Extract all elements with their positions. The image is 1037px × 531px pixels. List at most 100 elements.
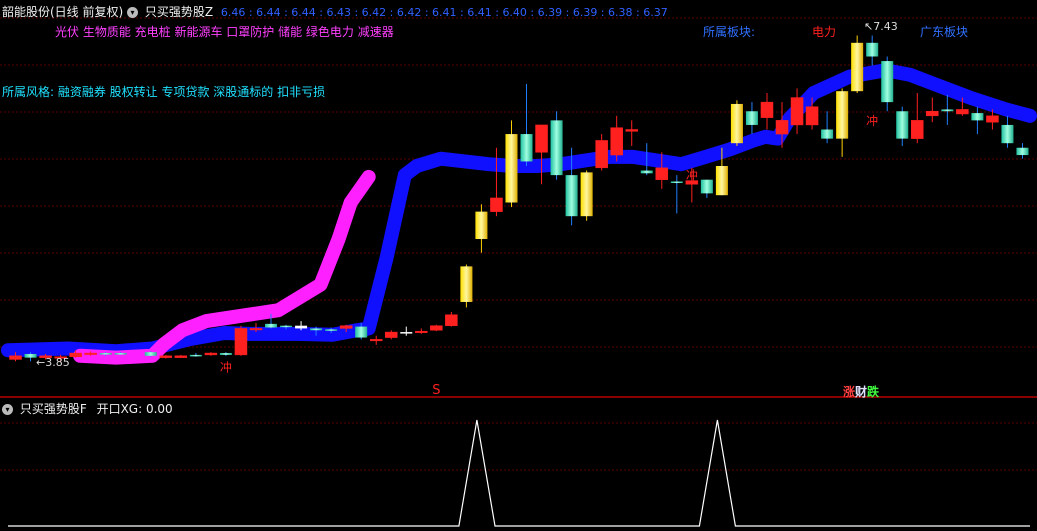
arrow-left-icon: ← [36, 356, 46, 369]
candle [475, 204, 488, 253]
sector-value-1: 电力 [812, 25, 837, 39]
candle [610, 115, 623, 162]
stock-title[interactable]: 韶能股份(日线 前复权) [2, 5, 123, 19]
main-price-chart[interactable]: 冲冲冲S [0, 0, 1037, 398]
candle-body [745, 111, 758, 125]
candle [836, 88, 849, 157]
candle-body [384, 331, 398, 338]
candle-body [956, 109, 969, 115]
candle [535, 124, 548, 185]
candle [625, 120, 638, 146]
indicator-values: 6.46 : 6.44 : 6.44 : 6.43 : 6.42 : 6.42 … [220, 6, 668, 19]
candle [400, 326, 413, 336]
candle [550, 111, 563, 180]
candle-body [369, 339, 383, 342]
candle [430, 324, 443, 332]
candle [881, 56, 894, 112]
candle-body [836, 91, 849, 139]
candle-body [670, 181, 683, 184]
candle [415, 328, 428, 334]
candle [505, 120, 518, 208]
candle-body [775, 120, 789, 135]
candle-body [610, 127, 623, 156]
low-price-label: ←3.85 [36, 356, 70, 369]
candle-body [640, 170, 653, 174]
candle [851, 35, 864, 93]
sub-grid-lines [0, 422, 1037, 471]
open-signal-line [8, 419, 1030, 527]
candle-body [790, 97, 804, 126]
chart-header: 韶能股份(日线 前复权) ▾ 只买强势股Z 6.46 : 6.44 : 6.44… [2, 3, 668, 20]
candle-body [655, 167, 669, 180]
candle-body [715, 166, 728, 196]
candle-body [1016, 147, 1029, 156]
candle-body [339, 325, 353, 329]
cai-tag[interactable]: 财 [855, 385, 867, 399]
candle [866, 35, 879, 66]
candle-body [565, 175, 578, 217]
candle [234, 325, 248, 356]
candle-body [1001, 124, 1014, 144]
candle-body [129, 352, 142, 354]
candle-body [866, 42, 879, 57]
candle-body [204, 352, 218, 356]
candle-body [174, 355, 188, 358]
candle-body [550, 120, 563, 176]
candle-body [234, 328, 248, 356]
candle-body [159, 355, 173, 358]
candle [595, 134, 608, 171]
candle [384, 330, 398, 340]
chong-marker: 冲 [686, 168, 698, 183]
candle [670, 175, 683, 214]
dropdown-circle-icon[interactable]: ▾ [2, 404, 13, 415]
dropdown-circle-icon[interactable]: ▾ [127, 7, 139, 18]
indicator-name[interactable]: 只买强势股Z [145, 5, 213, 19]
candle [790, 88, 804, 135]
candle [520, 83, 533, 166]
candle [821, 111, 834, 144]
candle-body [986, 115, 999, 123]
candle-body [851, 42, 864, 92]
candle-body [490, 197, 503, 212]
candle [189, 353, 202, 357]
die-tag[interactable]: 跌 [867, 385, 879, 399]
candle-body [400, 332, 413, 334]
sub-indicator-chart[interactable] [0, 398, 1037, 531]
candle [1001, 115, 1014, 148]
candle-body [911, 120, 924, 139]
candle-body [310, 328, 323, 331]
candle [219, 352, 232, 356]
candle-body [535, 124, 548, 153]
candle-body [415, 330, 428, 333]
candle [730, 100, 743, 146]
candle-body [595, 140, 608, 169]
sub-header: ▾ 只买强势股F 开口XG: 0.00 [2, 400, 173, 417]
candle-body [295, 325, 308, 329]
candle-body [730, 103, 743, 144]
candle-body [265, 323, 278, 328]
sector-value-2: 广东板块 [920, 25, 969, 39]
candle [760, 93, 774, 130]
arrow-icon: ↖ [864, 20, 874, 33]
sub-value: 0.00 [145, 402, 173, 416]
candle [1016, 143, 1029, 159]
chong-marker: 冲 [220, 359, 232, 374]
candle-body [700, 179, 713, 194]
candle [204, 352, 218, 356]
candle-body [896, 111, 909, 139]
candle-body [69, 352, 82, 357]
candle-body [821, 129, 834, 139]
candle-body [625, 129, 638, 132]
candle-body [520, 134, 533, 162]
style-line: 所属风格: 融资融券 股权转让 专项贷款 深股通标的 扣非亏损 [2, 85, 326, 99]
candle [369, 335, 383, 345]
sub-indicator-name[interactable]: 只买强势股F [20, 402, 87, 416]
candle-body [144, 352, 157, 356]
candle-body [881, 61, 894, 103]
sector-label: 所属板块: [703, 25, 756, 39]
candle-body [475, 211, 488, 239]
candle-body [926, 111, 939, 117]
candle-body [580, 172, 593, 217]
candle [745, 102, 758, 135]
zhang-tag[interactable]: 涨 [843, 385, 855, 399]
